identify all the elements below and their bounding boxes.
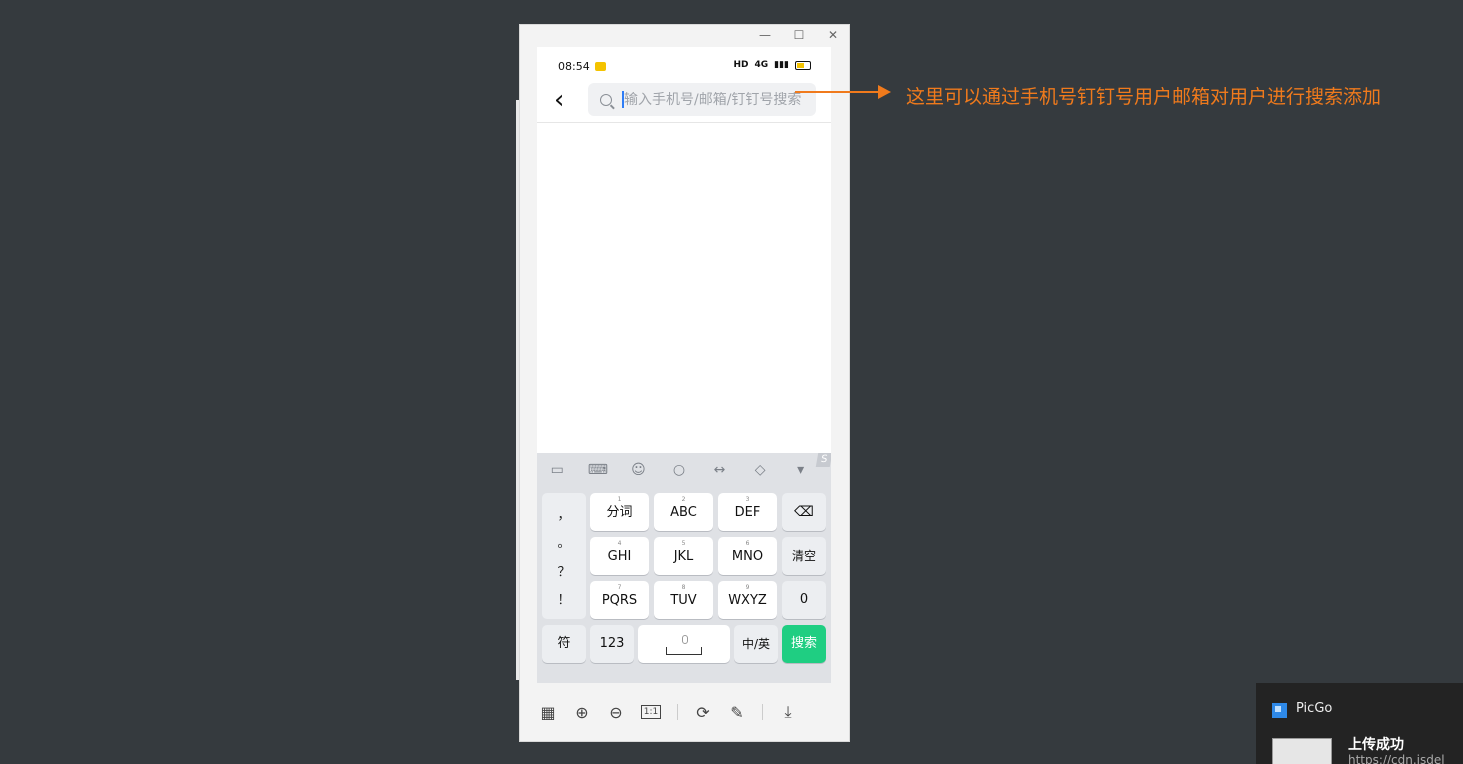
- notification-app-name: PicGo: [1296, 701, 1333, 716]
- key-3[interactable]: 3 DEF: [718, 493, 777, 531]
- key-5[interactable]: 5 JKL: [654, 537, 713, 575]
- toolbar-separator: [762, 704, 763, 720]
- key-9[interactable]: 9 WXYZ: [718, 581, 777, 619]
- battery-icon: [795, 60, 811, 70]
- zoom-in-icon[interactable]: ⊕: [573, 703, 591, 722]
- language-switch-key[interactable]: 中/英: [734, 625, 778, 663]
- backspace-icon: ⌫: [794, 504, 814, 520]
- picgo-logo-icon: [1272, 703, 1287, 718]
- key-1[interactable]: 1 分词: [590, 493, 649, 531]
- annotation-arrow: [795, 91, 885, 93]
- rotate-icon[interactable]: ⟳: [694, 703, 712, 722]
- annotation-arrowhead: [878, 85, 891, 99]
- soft-keyboard: ▭ ⌨ ☺ ○ ↔ ◇ ▾ S ， 。 ？ ！ 1 分词 2 ABC 3 DEF…: [537, 453, 831, 683]
- download-icon[interactable]: ⤓: [779, 702, 797, 722]
- status-bar: 08:54 HD 4G ▮▮▮: [537, 47, 831, 83]
- cursor-icon[interactable]: ↔: [709, 462, 731, 478]
- actual-size-icon[interactable]: 1:1: [641, 705, 661, 719]
- keyboard-toolbar: ▭ ⌨ ☺ ○ ↔ ◇ ▾: [537, 453, 831, 487]
- keyboard-icon[interactable]: ⌨: [587, 462, 609, 478]
- annotation-text: 这里可以通过手机号钉钉号用户邮箱对用户进行搜索添加: [906, 86, 1382, 108]
- edit-icon[interactable]: ✎: [728, 703, 746, 722]
- status-time: 08:54: [558, 60, 590, 73]
- backspace-key[interactable]: ⌫: [782, 493, 826, 531]
- key-2[interactable]: 2 ABC: [654, 493, 713, 531]
- skin-icon[interactable]: ◇: [749, 462, 771, 478]
- desktop: — ☐ ✕ 08:54 HD 4G ▮▮▮ ‹ 输入手机号/邮箱/钉钉号搜索 ▭…: [0, 0, 1463, 764]
- punct-key[interactable]: ，: [557, 504, 570, 523]
- punct-key[interactable]: 。: [557, 532, 570, 551]
- key-6[interactable]: 6 MNO: [718, 537, 777, 575]
- signal-label: 4G: [754, 60, 769, 70]
- search-bar: ‹: [537, 83, 831, 121]
- space-key[interactable]: [638, 625, 730, 663]
- search-key[interactable]: 搜索: [782, 625, 826, 663]
- emoji-icon[interactable]: ☺: [627, 462, 649, 478]
- status-indicators: HD 4G ▮▮▮: [733, 60, 811, 70]
- symbols-key[interactable]: 符: [542, 625, 586, 663]
- back-arrow-icon[interactable]: ‹: [554, 85, 564, 115]
- image-viewer-window: — ☐ ✕ 08:54 HD 4G ▮▮▮ ‹ 输入手机号/邮箱/钉钉号搜索 ▭…: [519, 24, 850, 742]
- punct-key[interactable]: ！: [557, 589, 570, 608]
- signal-icon: ▮▮▮: [774, 60, 789, 70]
- zero-key[interactable]: 0: [782, 581, 826, 619]
- search-icon: [600, 93, 612, 106]
- key-8[interactable]: 8 TUV: [654, 581, 713, 619]
- toolbar-separator: [677, 704, 678, 720]
- zoom-out-icon[interactable]: ⊖: [607, 703, 625, 722]
- picgo-notification[interactable]: PicGo 上传成功 https://cdn.jsdel: [1256, 683, 1463, 764]
- minimize-icon[interactable]: —: [755, 27, 775, 43]
- viewer-toolbar: ▦ ⊕ ⊖ 1:1 ⟳ ✎ ⤓: [537, 697, 831, 727]
- search-input[interactable]: [624, 91, 816, 108]
- search-box[interactable]: [588, 83, 816, 116]
- grid-icon[interactable]: ▦: [539, 703, 557, 722]
- notification-url: https://cdn.jsdel: [1348, 753, 1445, 764]
- space-icon: [666, 647, 702, 655]
- search-icon[interactable]: ○: [668, 462, 690, 478]
- punctuation-column[interactable]: ， 。 ？ ！: [542, 493, 586, 619]
- hd-label: HD: [733, 60, 749, 70]
- collapse-icon[interactable]: ▾: [790, 462, 812, 478]
- upload-thumbnail: [1272, 738, 1332, 764]
- notification-title: 上传成功: [1348, 737, 1404, 753]
- window-controls: — ☐ ✕: [755, 27, 843, 43]
- ime-logo-icon: S: [815, 453, 831, 467]
- microphone-icon: [682, 635, 688, 644]
- clipboard-icon[interactable]: ▭: [546, 462, 568, 478]
- clear-key[interactable]: 清空: [782, 537, 826, 575]
- phone-screenshot: 08:54 HD 4G ▮▮▮ ‹ 输入手机号/邮箱/钉钉号搜索 ▭ ⌨ ☺ ○…: [537, 47, 831, 683]
- notification-icon: [595, 62, 606, 71]
- punct-key[interactable]: ？: [557, 561, 570, 580]
- maximize-icon[interactable]: ☐: [789, 27, 809, 43]
- numbers-key[interactable]: 123: [590, 625, 634, 663]
- header-divider: [537, 122, 831, 123]
- key-7[interactable]: 7 PQRS: [590, 581, 649, 619]
- key-4[interactable]: 4 GHI: [590, 537, 649, 575]
- close-icon[interactable]: ✕: [823, 27, 843, 43]
